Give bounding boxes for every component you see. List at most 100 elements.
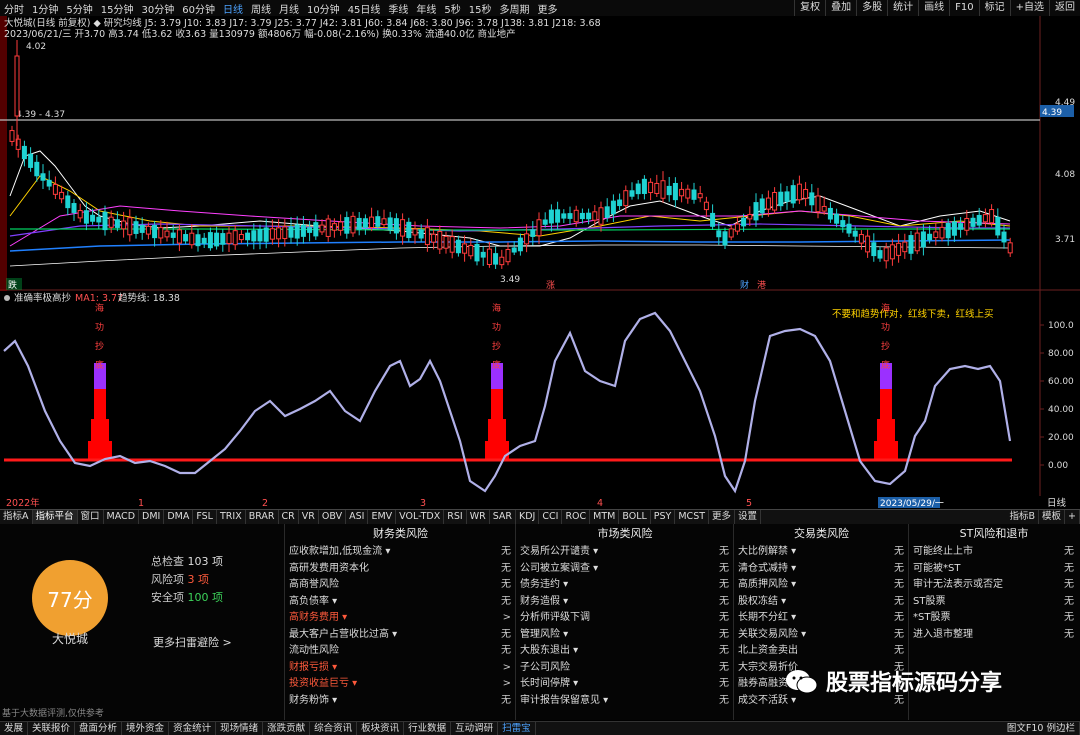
toolbar-button-5[interactable]: F10 (949, 0, 978, 16)
toolbar-button-2[interactable]: 多股 (856, 0, 887, 16)
bottom-tab-1[interactable]: 关联报价 (28, 722, 76, 735)
risk-row[interactable]: 关联交易风险 ▾ 无 (734, 627, 909, 644)
indicator-tab-12[interactable]: ASI (346, 510, 369, 524)
indicator-tab-9[interactable]: CR (279, 510, 299, 524)
risk-row[interactable]: 财务造假 ▾ 无 (516, 594, 734, 611)
tab-right-2[interactable]: + (1065, 510, 1080, 524)
risk-row[interactable]: 可能终止上市 无 (909, 544, 1079, 561)
indicator-tab-18[interactable]: KDJ (516, 510, 540, 524)
indicator-tab-3[interactable]: MACD (104, 510, 140, 524)
indicator-tab-4[interactable]: DMI (139, 510, 165, 524)
indicator-tab-20[interactable]: ROC (562, 510, 591, 524)
period-tab-1[interactable]: 1分钟 (28, 1, 62, 16)
toolbar-button-8[interactable]: 返回 (1049, 0, 1080, 16)
risk-row[interactable]: 长期不分红 ▾ 无 (734, 610, 909, 627)
indicator-settings-icon[interactable] (4, 295, 10, 301)
bottom-tab-5[interactable]: 现场情绪 (216, 722, 264, 735)
bottom-tab-10[interactable]: 互动调研 (451, 722, 499, 735)
indicator-tab-2[interactable]: 窗口 (78, 510, 104, 524)
bottom-right-link[interactable]: 图文F10 例边栏 (1003, 722, 1080, 735)
risk-row[interactable]: 大股东退出 ▾ 无 (516, 643, 734, 660)
indicator-tab-6[interactable]: FSL (193, 510, 217, 524)
risk-row[interactable]: 高商誉风险 无 (285, 577, 516, 594)
toolbar-button-0[interactable]: 复权 (794, 0, 825, 16)
bottom-tab-3[interactable]: 境外资金 (122, 722, 170, 735)
indicator-tab-16[interactable]: WR (467, 510, 490, 524)
period-tab-9[interactable]: 10分钟 (303, 1, 344, 16)
period-tab-16[interactable]: 更多 (534, 1, 562, 16)
bottom-tab-8[interactable]: 板块资讯 (357, 722, 405, 735)
bottom-tab-9[interactable]: 行业数据 (404, 722, 452, 735)
indicator-tab-10[interactable]: VR (299, 510, 319, 524)
tab-right-0[interactable]: 指标B (1006, 510, 1040, 524)
more-scan-link[interactable]: 更多扫雷避险 > (153, 634, 232, 650)
indicator-tab-15[interactable]: RSI (444, 510, 467, 524)
risk-row[interactable]: 公司被立案调查 ▾ 无 (516, 561, 734, 578)
indicator-tab-26[interactable]: 设置 (735, 510, 762, 524)
risk-row[interactable]: *ST股票 无 (909, 610, 1079, 627)
indicator-tab-17[interactable]: SAR (490, 510, 517, 524)
tab-right-1[interactable]: 模板 (1039, 510, 1066, 524)
risk-row[interactable]: 财报亏损 ▾ > (285, 660, 516, 677)
toolbar-button-3[interactable]: 统计 (887, 0, 918, 16)
indicator-tab-22[interactable]: BOLL (619, 510, 651, 524)
risk-row[interactable]: 清仓式减持 ▾ 无 (734, 561, 909, 578)
risk-row[interactable]: 投资收益巨亏 ▾ > (285, 676, 516, 693)
risk-row[interactable]: 高质押风险 ▾ 无 (734, 577, 909, 594)
indicator-tab-0[interactable]: 指标A (0, 510, 33, 524)
risk-row[interactable]: 高负债率 ▾ 无 (285, 594, 516, 611)
period-tab-5[interactable]: 60分钟 (178, 1, 219, 16)
risk-row[interactable]: 应收款增加,低现金流 ▾ 无 (285, 544, 516, 561)
bottom-tab-2[interactable]: 盘面分析 (75, 722, 123, 735)
risk-row[interactable]: 进入退市整理 无 (909, 627, 1079, 644)
indicator-tab-5[interactable]: DMA (164, 510, 194, 524)
bottom-tab-7[interactable]: 综合资讯 (310, 722, 358, 735)
risk-row[interactable]: 分析师评级下调 无 (516, 610, 734, 627)
indicator-tab-23[interactable]: PSY (651, 510, 676, 524)
period-tab-12[interactable]: 年线 (412, 1, 440, 16)
indicator-tab-1[interactable]: 指标平台 (32, 510, 78, 524)
indicator-tab-25[interactable]: 更多 (709, 510, 736, 524)
risk-row[interactable]: 股权冻结 ▾ 无 (734, 594, 909, 611)
toolbar-button-1[interactable]: 叠加 (825, 0, 856, 16)
period-tab-4[interactable]: 30分钟 (137, 1, 178, 16)
indicator-tab-7[interactable]: TRIX (217, 510, 246, 524)
indicator-tab-21[interactable]: MTM (590, 510, 620, 524)
bottom-tab-11[interactable]: 扫雷宝 (498, 722, 536, 735)
period-tab-10[interactable]: 45日线 (344, 1, 385, 16)
period-tab-3[interactable]: 15分钟 (97, 1, 138, 16)
period-tab-6[interactable]: 日线 (219, 1, 247, 16)
bottom-tab-0[interactable]: 发展 (0, 722, 29, 735)
bottom-tab-6[interactable]: 涨跌贡献 (263, 722, 311, 735)
risk-row[interactable]: 债务违约 ▾ 无 (516, 577, 734, 594)
period-tab-7[interactable]: 周线 (247, 1, 275, 16)
indicator-tab-8[interactable]: BRAR (246, 510, 279, 524)
period-tab-2[interactable]: 5分钟 (62, 1, 96, 16)
toolbar-button-4[interactable]: 画线 (918, 0, 949, 16)
toolbar-button-7[interactable]: +自选 (1009, 0, 1049, 16)
indicator-tab-11[interactable]: OBV (319, 510, 347, 524)
indicator-tab-13[interactable]: EMV (368, 510, 397, 524)
risk-row[interactable]: 高财务费用 ▾ > (285, 610, 516, 627)
risk-row[interactable]: ST股票 无 (909, 594, 1079, 611)
risk-row[interactable]: 财务粉饰 ▾ 无 (285, 693, 516, 710)
risk-row[interactable]: 管理风险 ▾ 无 (516, 627, 734, 644)
period-tab-0[interactable]: 分时 (0, 1, 28, 16)
bottom-tab-4[interactable]: 资金统计 (169, 722, 217, 735)
period-tab-15[interactable]: 多周期 (496, 1, 534, 16)
toolbar-button-6[interactable]: 标记 (978, 0, 1010, 16)
period-tab-8[interactable]: 月线 (275, 1, 303, 16)
risk-row[interactable]: 北上资金卖出 无 (734, 643, 909, 660)
risk-row[interactable]: 子公司风险 无 (516, 660, 734, 677)
risk-row[interactable]: 大比例解禁 ▾ 无 (734, 544, 909, 561)
risk-row[interactable]: 审计无法表示或否定 无 (909, 577, 1079, 594)
indicator-tab-24[interactable]: MCST (675, 510, 710, 524)
risk-row[interactable]: 长时间停牌 ▾ 无 (516, 676, 734, 693)
period-tab-11[interactable]: 季线 (384, 1, 412, 16)
risk-row[interactable]: 交易所公开谴责 ▾ 无 (516, 544, 734, 561)
period-tab-14[interactable]: 15秒 (465, 1, 496, 16)
risk-row[interactable]: 高研发费用资本化 无 (285, 561, 516, 578)
indicator-tab-19[interactable]: CCI (539, 510, 563, 524)
risk-row[interactable]: 审计报告保留意见 ▾ 无 (516, 693, 734, 710)
indicator-tab-14[interactable]: VOL-TDX (396, 510, 445, 524)
